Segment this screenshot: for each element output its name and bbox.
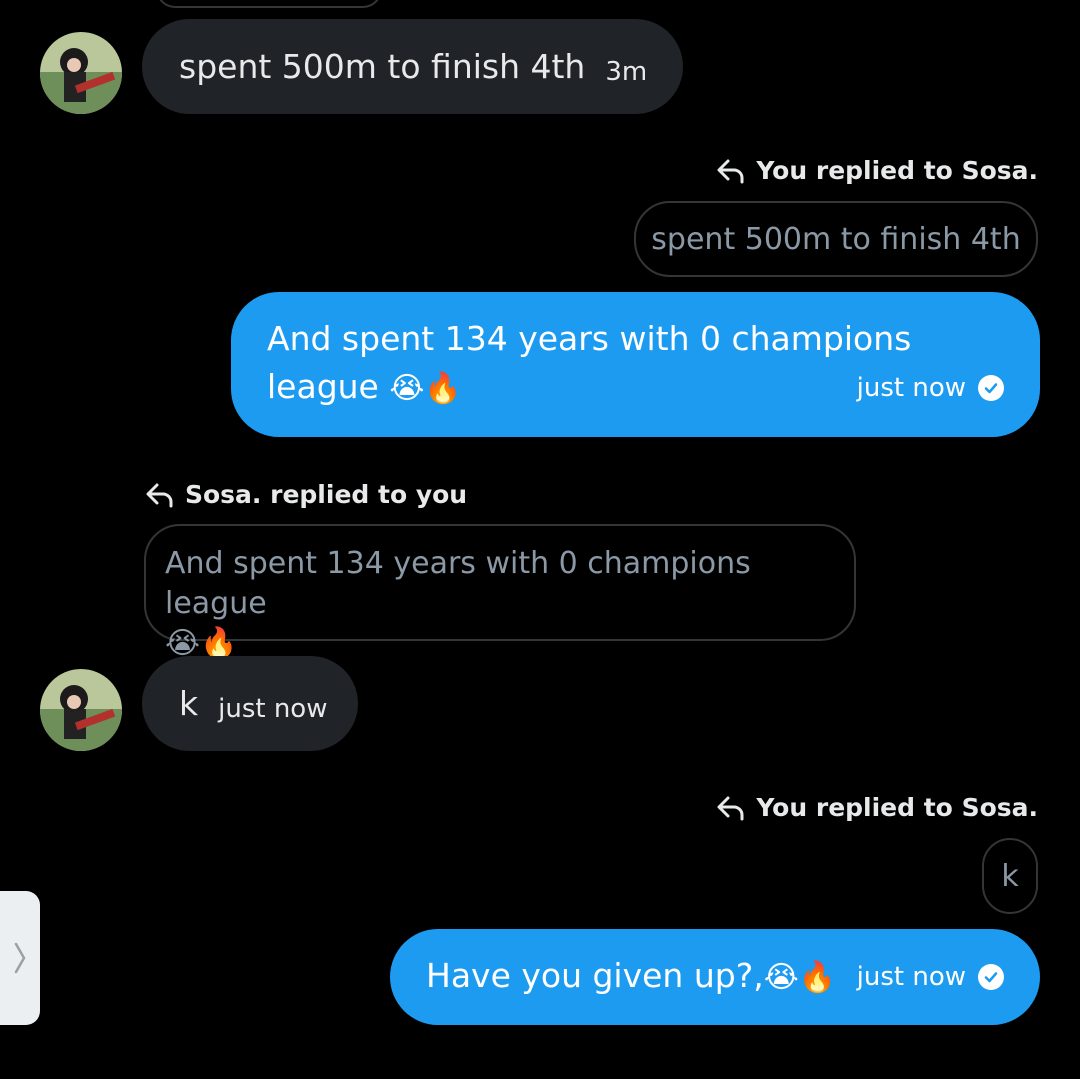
incoming-message-bubble[interactable]: k just now — [142, 656, 358, 751]
avatar[interactable] — [40, 669, 122, 751]
message-text: Have you given up?, — [426, 956, 764, 995]
quoted-message[interactable]: And spent 134 years with 0 champions lea… — [144, 524, 856, 661]
reply-context-label: You replied to Sosa. — [716, 793, 1038, 822]
reply-arrow-icon — [146, 483, 173, 507]
message-text: spent 500m to finish 4th — [179, 47, 586, 86]
drawer-handle[interactable] — [0, 891, 40, 1025]
quoted-text: k — [1001, 858, 1019, 894]
message-emoji: 😭🔥 — [389, 371, 462, 406]
message-text-line-1: And spent 134 years with 0 champions — [267, 319, 912, 358]
incoming-message-bubble[interactable]: spent 500m to finish 4th 3m — [142, 19, 683, 114]
message-text-line-2: league — [267, 367, 379, 406]
reply-context-label: Sosa. replied to you — [145, 480, 467, 509]
avatar[interactable] — [40, 32, 122, 114]
message-time: just now — [856, 373, 966, 403]
message-text: k — [179, 684, 199, 723]
outgoing-message-bubble[interactable]: And spent 134 years with 0 champions lea… — [231, 292, 1040, 437]
dm-conversation: spent 500m to finish 4th 3m You replied … — [0, 0, 1080, 1079]
reply-arrow-icon — [717, 796, 744, 820]
sent-check-icon — [978, 964, 1004, 990]
reply-context-label: You replied to Sosa. — [716, 156, 1038, 185]
reply-arrow-icon — [717, 159, 744, 183]
reply-label-text: Sosa. replied to you — [185, 480, 468, 509]
quoted-message[interactable]: spent 500m to finish 4th — [634, 201, 1038, 277]
message-time: just now — [856, 962, 966, 992]
message-time: just now — [218, 693, 328, 724]
message-emoji: 😭🔥 — [763, 960, 837, 995]
message-time: 3m — [605, 56, 648, 87]
sent-check-icon — [978, 375, 1004, 401]
reply-label-text: You replied to Sosa. — [756, 156, 1038, 185]
previous-message-bubble[interactable] — [156, 0, 382, 8]
outgoing-message-bubble[interactable]: Have you given up?,😭🔥 just now — [390, 929, 1040, 1025]
reply-label-text: You replied to Sosa. — [756, 793, 1038, 822]
quoted-text: And spent 134 years with 0 champions lea… — [165, 546, 751, 621]
quoted-message[interactable]: k — [982, 838, 1038, 914]
quoted-text: spent 500m to finish 4th — [651, 221, 1021, 257]
chevron-right-icon — [14, 942, 26, 974]
